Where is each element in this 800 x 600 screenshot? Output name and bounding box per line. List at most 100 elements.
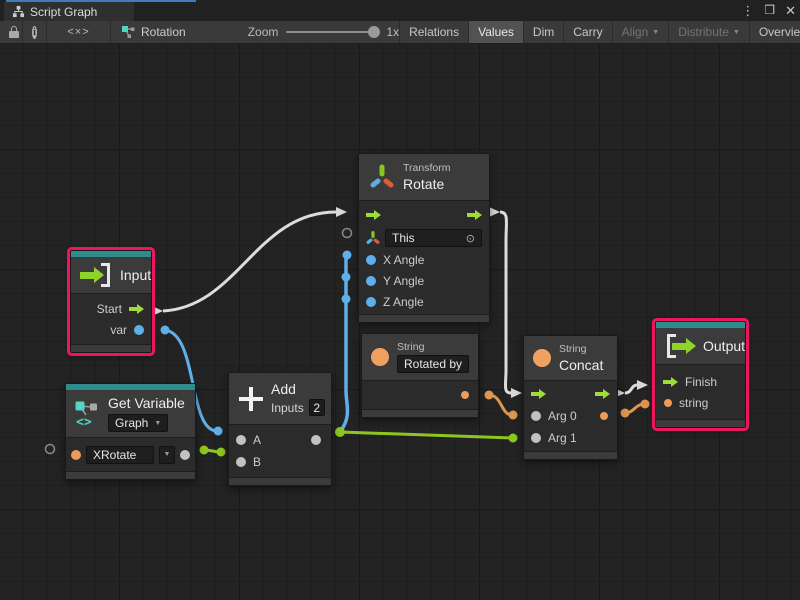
- node-output[interactable]: Output Finish string: [655, 321, 746, 428]
- node-surtitle: Transform: [403, 162, 450, 174]
- overview-button[interactable]: Overview: [750, 21, 800, 43]
- port-label: var: [110, 323, 127, 337]
- menu-icon[interactable]: ⋮: [741, 0, 754, 21]
- variable-scope-dropdown[interactable]: Graph ▼: [108, 414, 168, 432]
- value-output-port[interactable]: [134, 325, 144, 335]
- port-label: string: [679, 396, 708, 410]
- value-input-port[interactable]: [664, 399, 672, 407]
- node-string-literal[interactable]: String Rotated by: [361, 333, 479, 418]
- port-label: X Angle: [383, 253, 424, 267]
- close-icon[interactable]: ✕: [785, 0, 796, 21]
- add-icon: [239, 387, 263, 411]
- flow-input-port[interactable]: [366, 210, 381, 220]
- value-input-port[interactable]: [236, 457, 246, 467]
- string-value-field[interactable]: Rotated by: [397, 355, 469, 373]
- graph-toolbar: i <×> Rotation Zoom 1x Rela: [0, 21, 800, 44]
- transform-icon: [369, 164, 395, 190]
- align-button[interactable]: Align▼: [613, 21, 670, 43]
- lock-button[interactable]: [0, 21, 23, 43]
- value-output-port[interactable]: [311, 435, 321, 445]
- graph-canvas[interactable]: Input Start var: [0, 44, 800, 600]
- string-type-icon: [371, 348, 389, 366]
- distribute-button[interactable]: Distribute▼: [669, 21, 750, 43]
- tab-script-graph[interactable]: Script Graph: [4, 2, 134, 21]
- get-variable-icon: <>: [74, 400, 100, 428]
- node-footer: [229, 477, 331, 485]
- lock-icon: [9, 26, 13, 38]
- node-title: Get Variable: [108, 395, 185, 411]
- output-event-icon: [665, 334, 695, 358]
- dim-button[interactable]: Dim: [524, 21, 564, 43]
- node-transform-rotate[interactable]: Transform Rotate: [358, 153, 490, 323]
- node-string-concat[interactable]: String Concat Arg 0 Arg 1: [523, 335, 618, 460]
- tab-strip: Script Graph ⋮ ❒ ✕: [0, 0, 800, 21]
- fit-icon: <×>: [67, 26, 89, 38]
- zoom-control: Zoom 1x: [248, 25, 399, 39]
- input-event-icon: [80, 263, 112, 287]
- string-type-icon: [533, 349, 551, 367]
- breadcrumb[interactable]: Rotation: [111, 21, 196, 43]
- value-input-port[interactable]: [531, 411, 541, 421]
- node-add[interactable]: Add Inputs 2 A B: [228, 372, 332, 486]
- svg-text:<>: <>: [76, 415, 92, 428]
- fit-button[interactable]: <×>: [47, 21, 111, 43]
- graph-icon: [12, 5, 25, 18]
- node-footer: [524, 451, 617, 459]
- variable-name-dropdown-button[interactable]: ▼: [159, 446, 175, 464]
- value-output-port[interactable]: [461, 391, 469, 399]
- value-input-port[interactable]: [71, 450, 81, 460]
- value-input-port[interactable]: [531, 433, 541, 443]
- node-footer: [362, 409, 478, 417]
- relations-button[interactable]: Relations: [399, 21, 469, 43]
- node-get-variable[interactable]: <> Get Variable Graph ▼ XRotate: [65, 383, 196, 480]
- node-title: Add: [271, 381, 325, 397]
- value-input-port[interactable]: [366, 297, 376, 307]
- port-label: B: [253, 455, 261, 469]
- chevron-down-icon: ▼: [652, 29, 659, 36]
- node-input[interactable]: Input Start var: [70, 250, 152, 353]
- value-output-port[interactable]: [180, 450, 190, 460]
- port-label: Arg 1: [548, 431, 577, 445]
- info-button[interactable]: i: [23, 21, 47, 43]
- port-label: Y Angle: [383, 274, 424, 288]
- chevron-down-icon: ▼: [164, 451, 171, 458]
- zoom-slider[interactable]: [286, 31, 378, 33]
- flow-input-port[interactable]: [663, 377, 678, 387]
- node-surtitle: String: [559, 343, 603, 355]
- values-button[interactable]: Values: [469, 21, 524, 43]
- node-title: Rotate: [403, 176, 450, 192]
- zoom-label: Zoom: [248, 25, 279, 39]
- window-controls: ⋮ ❒ ✕: [741, 0, 796, 21]
- maximize-icon[interactable]: ❒: [764, 0, 775, 21]
- port-label: Z Angle: [383, 295, 424, 309]
- inputs-label: Inputs: [271, 401, 304, 415]
- inputs-count-field[interactable]: 2: [309, 399, 325, 416]
- node-footer: [66, 471, 195, 479]
- breadcrumb-label: Rotation: [141, 25, 186, 39]
- node-title: Concat: [559, 357, 603, 373]
- flow-input-port[interactable]: [531, 389, 546, 399]
- node-footer: [71, 344, 151, 352]
- chevron-down-icon: ▼: [733, 29, 740, 36]
- flow-output-port[interactable]: [595, 389, 610, 399]
- this-target-field[interactable]: This ⊙: [385, 229, 482, 247]
- carry-button[interactable]: Carry: [564, 21, 612, 43]
- breadcrumb-graph-icon: [121, 25, 135, 39]
- value-input-port[interactable]: [366, 255, 376, 265]
- info-icon: i: [32, 26, 37, 39]
- script-graph-window: Script Graph ⋮ ❒ ✕ i <×>: [0, 0, 800, 600]
- target-picker-icon[interactable]: ⊙: [466, 232, 475, 245]
- zoom-slider-handle[interactable]: [368, 26, 380, 38]
- value-input-port[interactable]: [236, 435, 246, 445]
- node-footer: [656, 419, 745, 427]
- value-output-port[interactable]: [600, 412, 608, 420]
- port-label: Arg 0: [548, 409, 577, 423]
- value-input-port[interactable]: [366, 276, 376, 286]
- flow-output-port[interactable]: [129, 304, 144, 314]
- port-label: A: [253, 433, 261, 447]
- node-title: Input: [120, 267, 151, 283]
- flow-output-port[interactable]: [467, 210, 482, 220]
- variable-name-dropdown[interactable]: XRotate: [86, 446, 154, 464]
- node-footer: [359, 314, 489, 322]
- port-label: Finish: [685, 375, 717, 389]
